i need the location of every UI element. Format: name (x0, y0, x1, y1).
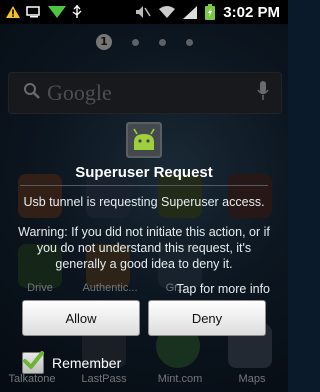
wifi-signal-icon (48, 6, 66, 18)
status-bar: 3:02 PM (0, 0, 288, 24)
android-app-icon (126, 122, 162, 158)
remember-checkbox[interactable] (22, 351, 44, 374)
cell-signal-icon (183, 5, 198, 19)
usb-icon (72, 5, 82, 19)
dialog-title: Superuser Request (75, 164, 213, 181)
usb-debugging-icon (26, 6, 42, 18)
battery-charging-icon (205, 4, 216, 20)
warning-icon (6, 6, 20, 18)
check-icon (23, 351, 44, 369)
remember-label: Remember (52, 355, 122, 371)
allow-button[interactable]: Allow (22, 300, 140, 336)
mute-icon (135, 5, 151, 19)
deny-button[interactable]: Deny (148, 300, 266, 336)
more-info-link[interactable]: Tap for more info (176, 282, 270, 296)
clock: 3:02 PM (223, 3, 280, 21)
superuser-dialog: Superuser Request Usb tunnel is requesti… (12, 120, 276, 346)
remember-checkbox-row[interactable]: Remember (22, 351, 122, 374)
warning-message: Warning: If you did not initiate this ac… (18, 225, 270, 271)
wifi-icon (159, 5, 176, 19)
divider (20, 185, 268, 186)
request-message: Usb tunnel is requesting Superuser acces… (23, 195, 265, 209)
